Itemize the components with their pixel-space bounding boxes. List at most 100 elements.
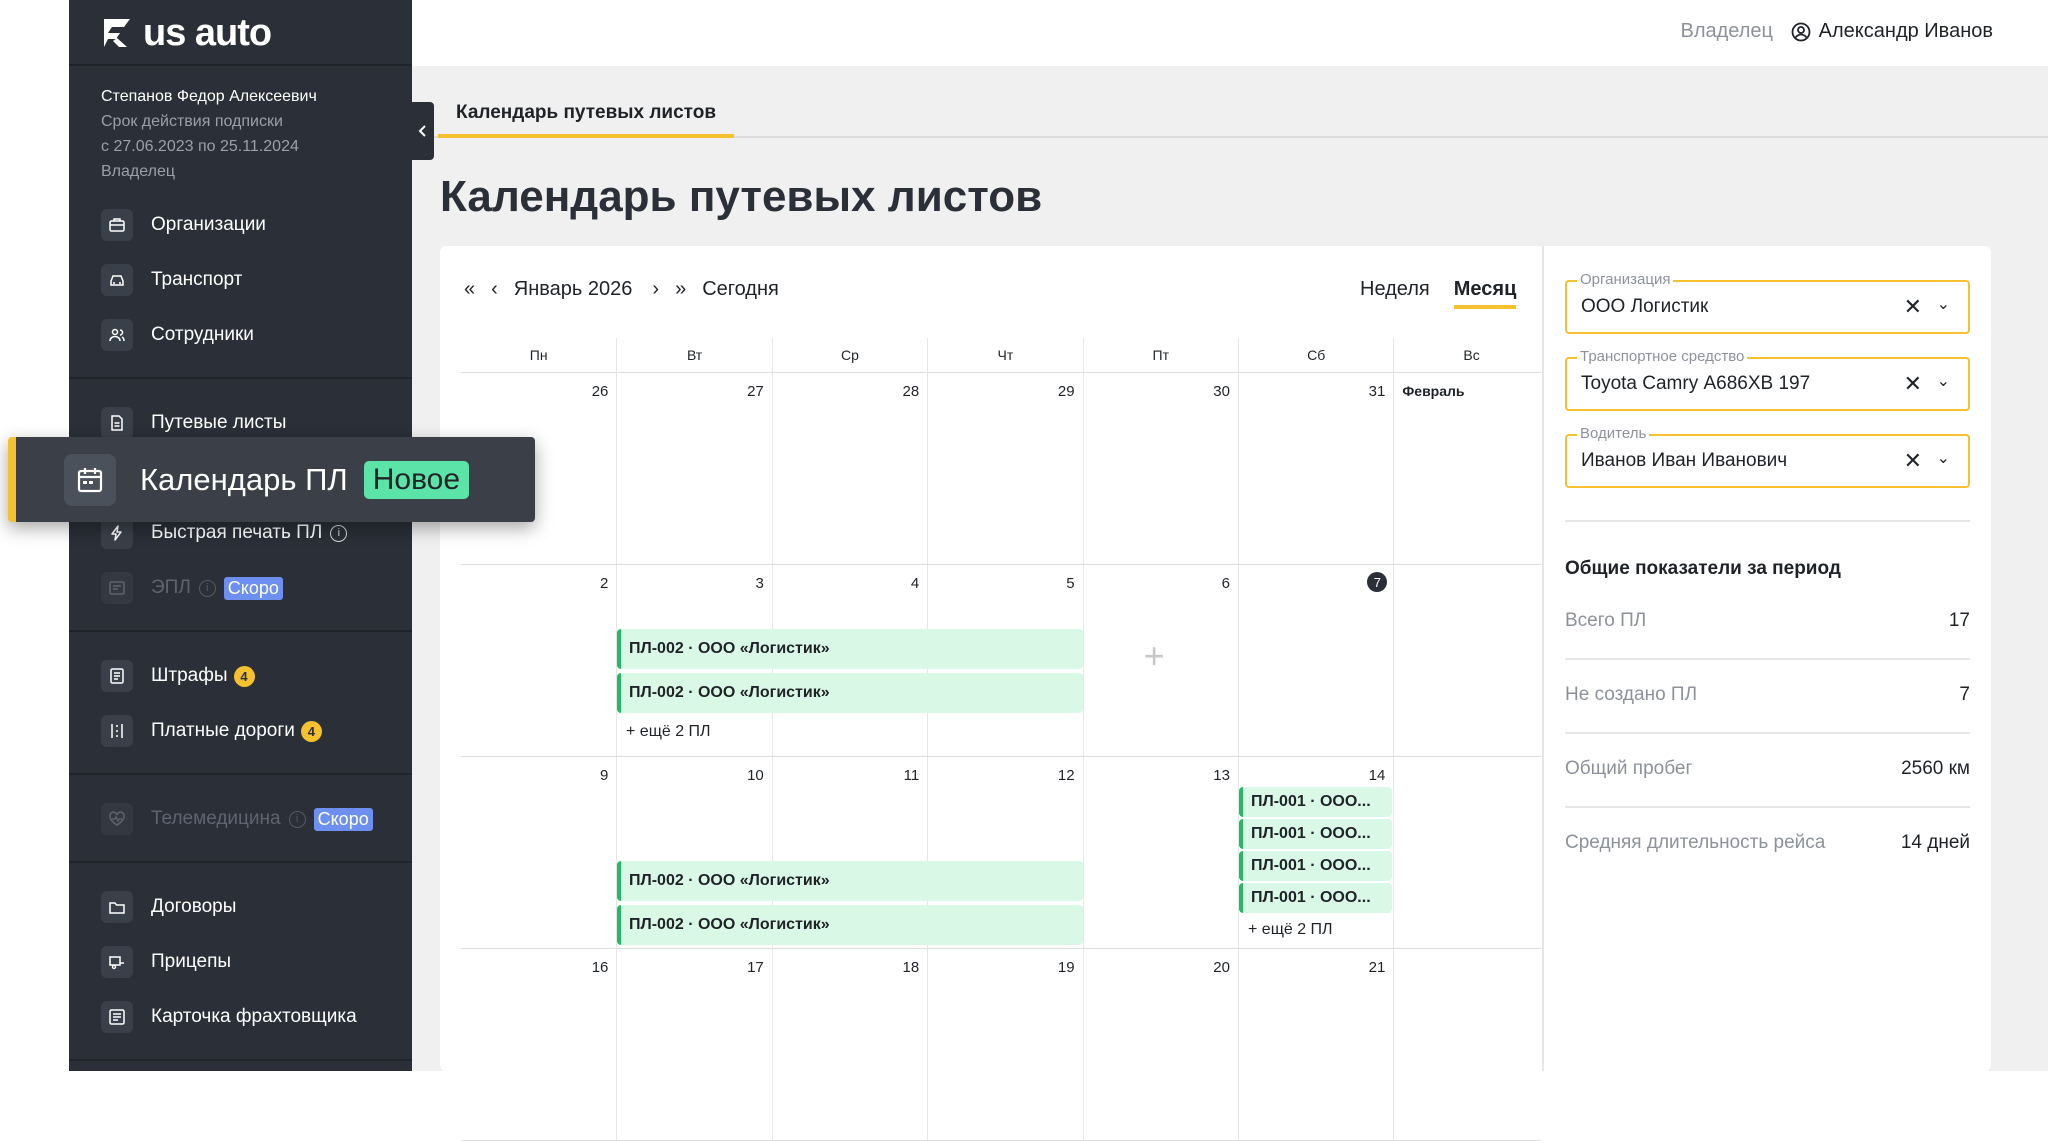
prev-year-icon[interactable]: «: [464, 278, 475, 301]
day-cell[interactable]: 16: [461, 949, 616, 1140]
chevron-down-icon[interactable]: ⌄: [1937, 294, 1950, 314]
day-cell[interactable]: 2: [461, 565, 616, 756]
next-month-icon[interactable]: ›: [652, 278, 659, 301]
logo[interactable]: us auto: [101, 12, 272, 54]
driver-select[interactable]: Водитель Иванов Иван Иванович ✕ ⌄: [1565, 425, 1970, 488]
waybill-event[interactable]: ПЛ-001 · ООО...: [1239, 819, 1392, 849]
day-number: 5: [1066, 575, 1075, 592]
waybill-event[interactable]: ПЛ-002 · ООО «Логистик»: [617, 861, 1083, 901]
tab-bar: Календарь путевых листов: [412, 66, 2048, 138]
sidebar-item-carrier-card[interactable]: Карточка фрахтовщика: [101, 998, 357, 1036]
calendar-week: 2 3 4 5 6 + 7 ПЛ-002 · ООО «Логистик» ПЛ…: [461, 565, 1541, 757]
collapse-sidebar-button[interactable]: [412, 102, 434, 160]
sidebar-item-epl[interactable]: ЭПЛ i Скоро: [101, 569, 283, 607]
chevron-down-icon[interactable]: ⌄: [1937, 371, 1950, 391]
trailer-icon: [101, 946, 133, 978]
field-label: Водитель: [1577, 425, 1650, 442]
next-year-icon[interactable]: »: [675, 278, 686, 301]
day-cell[interactable]: 6 +: [1082, 565, 1238, 756]
info-icon[interactable]: i: [288, 810, 306, 828]
sidebar-item-calendar-highlight[interactable]: Календарь ПЛ Новое: [8, 437, 535, 522]
add-waybill-icon[interactable]: +: [1144, 635, 1165, 677]
road-icon: [101, 715, 133, 747]
day-number: 6: [1221, 575, 1230, 592]
clear-icon[interactable]: ✕: [1904, 294, 1922, 320]
waybill-event[interactable]: ПЛ-001 · ООО...: [1239, 851, 1392, 881]
waybill-event[interactable]: ПЛ-002 · ООО «Логистик»: [617, 629, 1083, 669]
view-week[interactable]: Неделя: [1360, 278, 1430, 309]
today-button[interactable]: Сегодня: [702, 278, 779, 301]
info-icon[interactable]: i: [330, 524, 348, 542]
top-header: Владелец Александр Иванов: [412, 0, 2048, 66]
day-cell[interactable]: 31: [1237, 373, 1393, 564]
divider: [69, 630, 412, 632]
today-marker: 7: [1367, 572, 1388, 592]
clear-icon[interactable]: ✕: [1904, 371, 1922, 397]
day-cell[interactable]: 20: [1082, 949, 1238, 1140]
day-cell[interactable]: 30: [1082, 373, 1238, 564]
stat-row: Средняя длительность рейса 14 дней: [1565, 832, 1970, 872]
day-cell[interactable]: 19: [927, 949, 1082, 1140]
sidebar-item-label: Быстрая печать ПЛ: [151, 522, 323, 543]
weekday-label: Вс: [1393, 338, 1548, 373]
day-number: 2: [600, 575, 609, 592]
sidebar-item-toll-roads[interactable]: Платные дороги 4: [101, 712, 322, 750]
weekday-label: Ср: [771, 338, 927, 373]
day-cell[interactable]: 9: [461, 757, 616, 948]
divider: [69, 64, 412, 66]
day-number: 20: [1213, 959, 1230, 976]
day-cell[interactable]: [1393, 949, 1548, 1140]
calendar-icon: [64, 453, 116, 506]
day-cell[interactable]: 29: [927, 373, 1082, 564]
view-month[interactable]: Месяц: [1453, 278, 1517, 309]
sidebar-item-label: Транспорт: [151, 269, 243, 290]
day-cell[interactable]: 13: [1082, 757, 1238, 948]
header-role: Владелец: [1680, 20, 1773, 42]
vehicle-select[interactable]: Транспортное средство Toyota Camry А686Х…: [1565, 348, 1970, 411]
account-role: Владелец: [101, 163, 176, 180]
stat-row: Не создано ПЛ 7: [1565, 684, 1970, 724]
day-cell[interactable]: 18: [771, 949, 927, 1140]
day-cell[interactable]: [1393, 757, 1548, 948]
day-cell[interactable]: 28: [771, 373, 927, 564]
day-cell[interactable]: 7: [1237, 565, 1393, 756]
weekday-header: Пн Вт Ср Чт Пт Сб Вс: [461, 338, 1541, 373]
day-number: 27: [747, 383, 764, 400]
day-number: 29: [1057, 383, 1075, 400]
organization-select[interactable]: Организация ООО Логистик ✕ ⌄: [1565, 271, 1970, 334]
more-events-link[interactable]: + ещё 2 ПЛ: [626, 723, 711, 741]
user-menu[interactable]: Александр Иванов: [1791, 20, 1993, 43]
calendar-week: 16 17 18 19 20 21: [461, 949, 1541, 1141]
sidebar-item-contracts[interactable]: Договоры: [101, 888, 236, 926]
sidebar-item-telemedicine[interactable]: Телемедицина i Скоро: [101, 800, 373, 838]
sidebar-item-label: Сотрудники: [151, 324, 254, 345]
tab-calendar[interactable]: Календарь путевых листов: [438, 102, 735, 138]
day-cell[interactable]: 17: [616, 949, 771, 1140]
sidebar-item-trailers[interactable]: Прицепы: [101, 943, 231, 981]
day-cell[interactable]: [1393, 565, 1548, 756]
waybill-event[interactable]: ПЛ-002 · ООО «Логистик»: [617, 673, 1083, 713]
calendar-navigation: « ‹ Январь 2026 › » Сегодня: [464, 278, 795, 301]
clear-icon[interactable]: ✕: [1904, 448, 1922, 474]
stat-value: 17: [1948, 610, 1970, 631]
divider: [69, 377, 412, 379]
subscription-info: Степанов Федор Алексеевич Срок действия …: [101, 84, 317, 184]
sidebar-item-label: ЭПЛ: [151, 577, 191, 598]
sidebar-item-fines[interactable]: Штрафы 4: [101, 657, 255, 695]
sidebar-item-organizations[interactable]: Организации: [101, 206, 266, 244]
waybill-event[interactable]: ПЛ-001 · ООО...: [1239, 883, 1392, 913]
day-cell[interactable]: Февраль: [1393, 373, 1548, 564]
count-badge: 4: [233, 665, 255, 687]
waybill-event[interactable]: ПЛ-002 · ООО «Логистик»: [617, 905, 1083, 945]
sidebar-item-transport[interactable]: Транспорт: [101, 261, 242, 299]
sidebar-item-employees[interactable]: Сотрудники: [101, 316, 254, 354]
day-number: 19: [1057, 959, 1075, 976]
more-events-link[interactable]: + ещё 2 ПЛ: [1248, 921, 1333, 939]
prev-month-icon[interactable]: ‹: [491, 278, 498, 301]
day-number: 10: [747, 767, 764, 784]
chevron-down-icon[interactable]: ⌄: [1937, 448, 1950, 468]
day-cell[interactable]: 21: [1237, 949, 1393, 1140]
day-cell[interactable]: 27: [616, 373, 771, 564]
waybill-event[interactable]: ПЛ-001 · ООО...: [1239, 787, 1392, 817]
info-icon[interactable]: i: [198, 579, 216, 597]
